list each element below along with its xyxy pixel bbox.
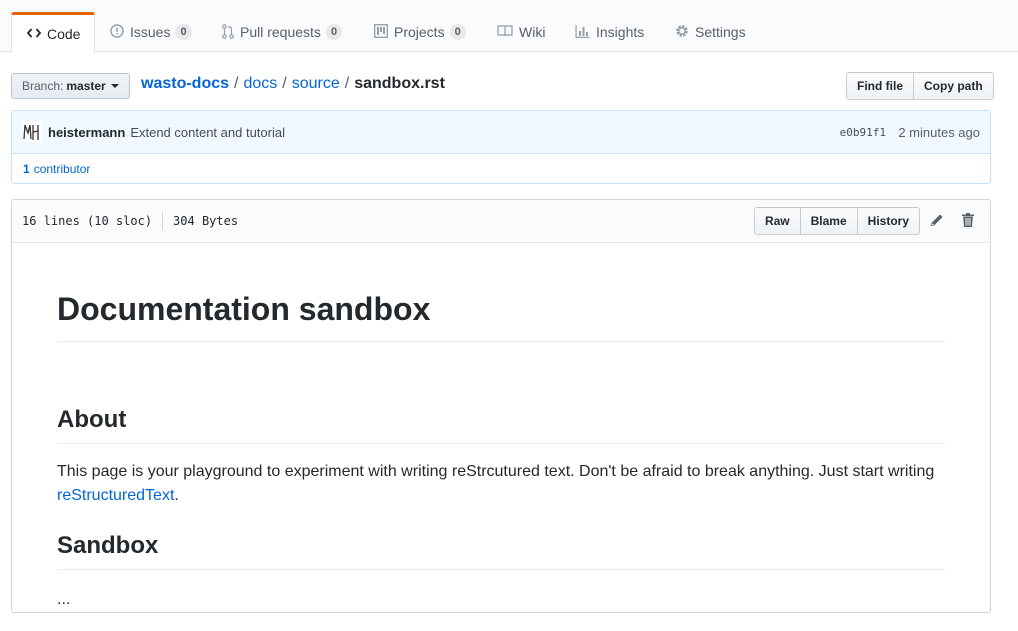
tab-projects[interactable]: Projects 0	[374, 12, 466, 52]
about-paragraph: This page is your playground to experime…	[57, 460, 945, 508]
commit-author-link[interactable]: heistermann	[48, 125, 125, 140]
commit-tease-box: heistermann Extend content and tutorial …	[11, 110, 991, 184]
file-info-divider	[162, 212, 164, 230]
section-heading-about: About	[57, 405, 945, 444]
restructuredtext-link[interactable]: reStructuredText	[57, 487, 174, 504]
trashcan-icon[interactable]	[962, 213, 974, 227]
tab-pull-requests-label: Pull requests	[240, 24, 321, 40]
file-header: 16 lines (10 sloc) 304 Bytes Raw Blame H…	[12, 200, 990, 243]
issues-count-badge: 0	[175, 24, 192, 40]
find-file-button[interactable]: Find file	[846, 72, 914, 100]
repo-tab-nav: Code Issues 0 Pull requests 0 Projects 0…	[0, 0, 1018, 53]
commit-message-link[interactable]: Extend content and tutorial	[130, 125, 285, 140]
breadcrumb-source-link[interactable]: source	[292, 75, 340, 93]
pull-request-icon	[222, 23, 234, 41]
blame-button[interactable]: Blame	[799, 207, 858, 235]
gear-icon	[675, 24, 689, 40]
tab-pull-requests[interactable]: Pull requests 0	[222, 12, 343, 52]
branch-select-button[interactable]: Branch: master	[11, 73, 130, 99]
project-icon	[374, 24, 388, 40]
book-icon	[497, 25, 513, 39]
tab-wiki[interactable]: Wiki	[497, 12, 545, 52]
raw-button[interactable]: Raw	[753, 207, 801, 235]
tab-issues[interactable]: Issues 0	[110, 12, 192, 52]
tab-settings[interactable]: Settings	[675, 12, 746, 52]
file-box: 16 lines (10 sloc) 304 Bytes Raw Blame H…	[11, 199, 991, 613]
history-button[interactable]: History	[856, 207, 920, 235]
file-actions-group: Raw Blame History	[753, 207, 920, 235]
branch-prefix: Branch:	[22, 79, 64, 93]
tab-code[interactable]: Code	[11, 12, 95, 53]
tab-code-label: Code	[47, 26, 81, 42]
breadcrumb-separator: /	[282, 75, 287, 92]
code-icon	[26, 27, 42, 41]
caret-down-icon	[110, 84, 119, 88]
pull-requests-count-badge: 0	[325, 24, 343, 40]
breadcrumb-current-file: sandbox.rst	[354, 75, 445, 92]
file-line-count: 16 lines (10 sloc)	[22, 214, 153, 228]
projects-count-badge: 0	[449, 24, 466, 40]
breadcrumb-separator: /	[344, 75, 350, 92]
doc-title: Documentation sandbox	[57, 290, 945, 343]
contributors-bar: 1 contributor	[12, 154, 990, 184]
pencil-icon[interactable]	[930, 213, 944, 227]
commit-time: 2 minutes ago	[898, 124, 980, 140]
commit-sha-link[interactable]: e0b91f1	[840, 126, 886, 139]
breadcrumb-docs-link[interactable]: docs	[243, 75, 277, 93]
contributors-count: 1	[23, 162, 30, 176]
tab-projects-label: Projects	[394, 24, 445, 40]
file-size: 304 Bytes	[173, 214, 239, 228]
about-paragraph-text: This page is your playground to experime…	[57, 463, 935, 480]
copy-path-button[interactable]: Copy path	[913, 72, 994, 100]
avatar[interactable]	[22, 122, 42, 142]
graph-icon	[575, 24, 590, 40]
section-heading-sandbox: Sandbox	[57, 531, 945, 570]
breadcrumb: wasto-docs / docs / source / sandbox.rst	[141, 75, 445, 93]
tab-issues-label: Issues	[130, 24, 171, 40]
tab-wiki-label: Wiki	[519, 24, 546, 40]
branch-name: master	[66, 79, 106, 93]
contributors-link[interactable]: 1 contributor	[23, 162, 90, 176]
tab-settings-label: Settings	[695, 24, 746, 40]
breadcrumb-repo-link[interactable]: wasto-docs	[141, 75, 229, 93]
file-nav-button-group: Find file Copy path	[846, 72, 994, 100]
contributors-label: contributor	[33, 162, 91, 176]
latest-commit: heistermann Extend content and tutorial …	[12, 111, 990, 154]
sandbox-placeholder-text: ...	[57, 591, 71, 608]
breadcrumb-separator: /	[234, 75, 239, 92]
tab-insights-label: Insights	[596, 24, 645, 40]
paragraph-period: .	[174, 487, 179, 504]
tab-insights[interactable]: Insights	[575, 12, 644, 52]
issue-icon	[110, 24, 124, 40]
